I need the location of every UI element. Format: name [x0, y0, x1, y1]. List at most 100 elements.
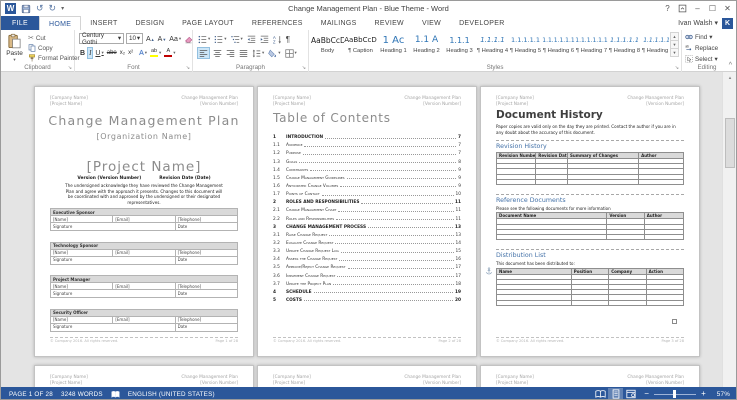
toc-entry[interactable]: 3Change Management Process13 — [273, 222, 461, 230]
underline-button[interactable]: U▾ — [94, 47, 104, 59]
toc-entry[interactable]: 5Costs20 — [273, 295, 461, 303]
page-2[interactable]: [Company Name][Project Name] Change Mana… — [257, 86, 477, 357]
toc-entry[interactable]: 1.3Goals8 — [273, 156, 461, 164]
style-body[interactable]: AaBbCcDBody — [311, 32, 344, 61]
subscript-button[interactable]: x₂ — [119, 47, 126, 59]
cut-button[interactable]: ✂ Cut — [28, 34, 46, 42]
read-mode-button[interactable] — [593, 388, 608, 400]
section-table[interactable]: Document NameVersionAuthor — [496, 212, 684, 240]
find-button[interactable]: Find▾ — [685, 33, 712, 41]
project-placeholder[interactable]: [Project Name] — [35, 159, 253, 175]
bullets-button[interactable]: ▾ — [197, 33, 211, 45]
language-indicator[interactable]: ENGLISH (UNITED STATES) — [128, 391, 215, 398]
gallery-more-icon[interactable]: ▼ — [670, 48, 679, 57]
tab-file[interactable]: FILE — [1, 16, 39, 30]
shading-button[interactable]: ▾ — [267, 47, 281, 59]
style-heading-3[interactable]: 1.1.1Heading 3 — [443, 32, 476, 61]
toc-entry[interactable]: 2Roles and Responsibilities11 — [273, 197, 461, 205]
tab-mailings[interactable]: MAILINGS — [312, 16, 366, 30]
vertical-scrollbar[interactable]: ▴ — [722, 72, 736, 387]
align-center-button[interactable] — [212, 47, 223, 59]
tab-references[interactable]: REFERENCES — [243, 16, 312, 30]
ribbon-display-options-button[interactable] — [676, 2, 689, 14]
tab-home[interactable]: HOME — [39, 16, 81, 30]
zoom-slider[interactable] — [654, 394, 696, 395]
content-control-box[interactable] — [672, 319, 677, 324]
style-heading-6[interactable]: 1.1.1.1.1.1¶ Heading 6 — [542, 32, 575, 61]
section-table[interactable]: NamePositionCompanyAction — [496, 268, 684, 306]
font-size-select[interactable]: 10▾ — [126, 33, 143, 44]
change-case-button[interactable]: Aa▾ — [168, 33, 182, 45]
paste-dropdown-icon[interactable]: ▾ — [4, 57, 25, 63]
minimize-button[interactable]: – — [691, 2, 704, 14]
help-button[interactable]: ? — [661, 2, 674, 14]
superscript-button[interactable]: x² — [127, 47, 134, 59]
style-caption[interactable]: AaBbCcD¶ Caption — [344, 32, 377, 61]
tab-page-layout[interactable]: PAGE LAYOUT — [173, 16, 243, 30]
toc-entry[interactable]: 2.2Roles and Responsibilities11 — [273, 213, 461, 221]
maximize-button[interactable]: ☐ — [706, 2, 719, 14]
page-indicator[interactable]: PAGE 1 OF 28 — [9, 391, 53, 398]
zoom-slider-thumb[interactable] — [673, 390, 676, 398]
proofing-icon[interactable] — [111, 390, 120, 399]
tab-view[interactable]: VIEW — [413, 16, 450, 30]
avatar[interactable]: K — [722, 18, 733, 29]
numbering-button[interactable]: ▾ — [213, 33, 227, 45]
web-layout-button[interactable] — [623, 388, 638, 400]
format-painter-button[interactable]: Format Painter — [28, 54, 80, 62]
toc-entry[interactable]: 3.3Update Change Request Log15 — [273, 246, 461, 254]
font-family-select[interactable]: Century Gothi▾ — [79, 33, 124, 44]
style-heading-2[interactable]: 1.1 AHeading 2 — [410, 32, 443, 61]
increase-indent-button[interactable] — [259, 33, 270, 45]
copy-button[interactable]: Copy — [28, 44, 53, 52]
toc-entry[interactable]: 3.4Assess the Change Request16 — [273, 254, 461, 262]
toc-entry[interactable]: 3.6Implement Change Request17 — [273, 270, 461, 278]
zoom-out-button[interactable]: − — [644, 390, 649, 398]
shrink-font-button[interactable]: A▼ — [157, 33, 168, 45]
style-heading-5[interactable]: 1.1.1.1.1¶ Heading 5 — [509, 32, 542, 61]
toc-entry[interactable]: 1.5Change Management Guidelines9 — [273, 173, 461, 181]
user-name[interactable]: Ivan Walsh ▾ — [678, 19, 718, 27]
style-heading-1[interactable]: 1 AcHeading 1 — [377, 32, 410, 61]
tab-review[interactable]: REVIEW — [366, 16, 413, 30]
replace-button[interactable]: Replace — [685, 44, 718, 52]
tab-design[interactable]: DESIGN — [127, 16, 174, 30]
tab-developer[interactable]: DEVELOPER — [450, 16, 514, 30]
toc-entry[interactable]: 1Introduction7 — [273, 132, 461, 140]
decrease-indent-button[interactable] — [246, 33, 257, 45]
font-dialog-launcher-icon[interactable]: ↘ — [186, 65, 190, 71]
page-4-partial[interactable]: [Company Name][Project Name] Change Mana… — [34, 365, 254, 387]
page-1[interactable]: [Company Name][Project Name] Change Mana… — [34, 86, 254, 357]
toc-entry[interactable]: 1.6Anticipated Change Volumes9 — [273, 181, 461, 189]
text-effects-button[interactable]: A▾ — [138, 47, 148, 59]
toc-entry[interactable]: 3.5Approve/Reject Change Request17 — [273, 262, 461, 270]
tab-insert[interactable]: INSERT — [81, 16, 126, 30]
close-button[interactable]: ✕ — [721, 2, 734, 14]
clipboard-dialog-launcher-icon[interactable]: ↘ — [68, 65, 72, 71]
toc-entry[interactable]: 2.1Change Management Chart11 — [273, 205, 461, 213]
italic-button[interactable]: I — [87, 47, 93, 59]
sort-button[interactable] — [272, 33, 283, 45]
account-area[interactable]: Ivan Walsh ▾ K — [678, 16, 733, 30]
line-spacing-button[interactable]: ▾ — [251, 47, 265, 59]
toc-entry[interactable]: 3.7Update the Project Plan18 — [273, 279, 461, 287]
print-layout-button[interactable] — [608, 388, 623, 400]
strikethrough-button[interactable]: abe — [106, 47, 118, 59]
scroll-up-icon[interactable]: ▴ — [725, 73, 735, 83]
bold-button[interactable]: B — [79, 47, 86, 59]
font-color-button[interactable]: A▾ — [163, 47, 176, 59]
multilevel-list-button[interactable]: ▾ — [230, 33, 244, 45]
toc-entry[interactable]: 1.2Purpose7 — [273, 148, 461, 156]
style-heading-4[interactable]: 1.1.1.1¶ Heading 4 — [476, 32, 509, 61]
signature-table[interactable]: Project Manager[Name][Email][Telephone]S… — [50, 275, 238, 298]
borders-button[interactable]: ▾ — [284, 47, 298, 59]
section-table[interactable]: Revision NumberRevision DateSummary of C… — [496, 152, 684, 185]
style-heading-8[interactable]: 1.1.1.1.1¶ Heading 8 — [608, 32, 641, 61]
highlight-color-button[interactable]: ab▾ — [149, 47, 162, 59]
toc-entry[interactable]: 1.7Points of Contact10 — [273, 189, 461, 197]
toc-entry[interactable]: 1.4Constraints9 — [273, 165, 461, 173]
toc-entry[interactable]: 1.1Audience7 — [273, 140, 461, 148]
toc-entry[interactable]: 3.1Raise Change Request13 — [273, 230, 461, 238]
select-button[interactable]: Select▾ — [685, 55, 718, 63]
justify-button[interactable] — [238, 47, 249, 59]
